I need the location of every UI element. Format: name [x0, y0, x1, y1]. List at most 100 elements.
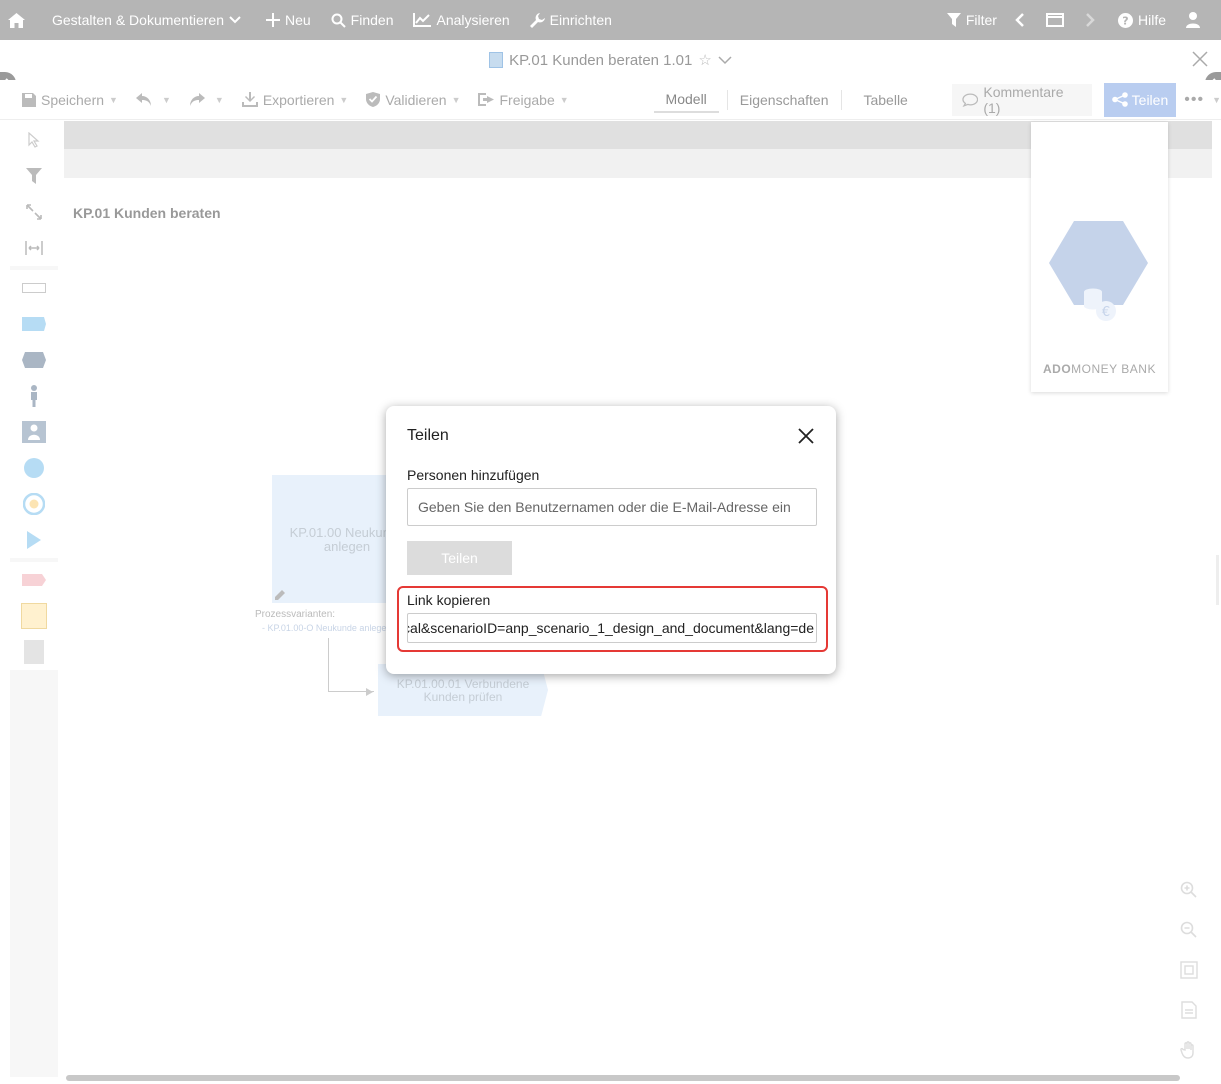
help-button[interactable]: ? Hilfe [1108, 0, 1176, 40]
find-menu[interactable]: Finden [321, 0, 404, 40]
bank-logo-card: € ADOMONEY BANK [1031, 122, 1168, 392]
favorite-star-icon[interactable]: ☆ [698, 51, 711, 69]
zoom-out-icon [1180, 921, 1197, 938]
tag-shape[interactable] [10, 562, 58, 598]
release-label: Freigabe [499, 91, 555, 108]
subprocess-icon [22, 352, 46, 368]
new-label: Neu [284, 12, 311, 28]
add-people-input[interactable] [407, 488, 817, 526]
window-button[interactable] [1038, 0, 1077, 40]
share-submit-button[interactable]: Teilen [407, 541, 512, 575]
model-toolbar: Speichern ▼ ▼ ▼ Exportieren ▼ Validieren… [0, 80, 1221, 120]
plus-icon [265, 13, 280, 27]
end-event-shape[interactable] [10, 522, 58, 558]
zoom-in-button[interactable] [1179, 880, 1199, 900]
validate-button[interactable]: Validieren ▼ [357, 80, 469, 120]
design-document-label: Gestalten & Dokumentieren [52, 12, 224, 28]
analyze-label: Analysieren [436, 12, 510, 28]
horizontal-scrollbar[interactable] [66, 1075, 1180, 1081]
event-shape[interactable] [10, 450, 58, 486]
export-label: Exportieren [262, 91, 335, 108]
pool-icon [22, 283, 46, 293]
tab-table[interactable]: Tabelle [841, 87, 929, 113]
chevron-right-icon [1086, 13, 1095, 27]
shield-check-icon [366, 92, 381, 107]
user-icon [1186, 12, 1200, 28]
svg-text:€: € [1102, 305, 1110, 320]
share-toolbar-button[interactable]: Teilen [1103, 82, 1177, 117]
filter-label: Filter [965, 12, 997, 28]
print-area-button[interactable] [1179, 1000, 1199, 1020]
pan-button[interactable] [1179, 1040, 1199, 1060]
model-name: KP.01 Kunden beraten 1.01 [509, 51, 693, 69]
new-menu[interactable]: Neu [256, 0, 321, 40]
back-button[interactable] [1007, 0, 1038, 40]
bank-hexagon-logo-icon: € [1049, 221, 1148, 321]
release-icon [478, 93, 495, 106]
fit-to-page-button[interactable] [1179, 960, 1199, 980]
tab-properties[interactable]: Eigenschaften [728, 87, 841, 113]
setup-menu[interactable]: Einrichten [520, 0, 622, 40]
redo-icon [189, 92, 205, 106]
more-options-icon[interactable]: ••• [1184, 91, 1204, 109]
share-toolbar-label: Teilen [1131, 91, 1169, 108]
design-document-menu[interactable]: Gestalten & Dokumentieren [40, 0, 256, 40]
palette-tools-group [10, 122, 58, 266]
pencil-icon[interactable] [275, 590, 285, 600]
close-icon[interactable] [798, 428, 814, 444]
right-panel-grip[interactable] [1216, 555, 1219, 605]
filter-button[interactable]: Filter [937, 0, 1007, 40]
fit-page-icon [1180, 961, 1198, 979]
undo-icon [135, 92, 151, 106]
note-shape[interactable] [10, 598, 58, 634]
actor-shape[interactable] [10, 378, 58, 414]
resize-arrows-icon [26, 204, 42, 220]
undo-button[interactable]: ▼ [127, 80, 180, 120]
circle-event-icon [24, 458, 44, 478]
forward-button[interactable] [1077, 0, 1108, 40]
release-button[interactable]: Freigabe ▼ [469, 80, 577, 120]
home-button[interactable] [0, 0, 40, 40]
close-model-icon[interactable] [1191, 50, 1209, 68]
intermediate-event-shape[interactable] [10, 486, 58, 522]
filter-icon [946, 13, 961, 27]
model-titlebar: KP.01 Kunden beraten 1.01 ☆ [0, 40, 1221, 80]
export-button[interactable]: Exportieren ▼ [233, 80, 358, 120]
subprocess-shape[interactable] [10, 342, 58, 378]
tab-model[interactable]: Modell [653, 87, 719, 113]
spacing-tool[interactable] [10, 230, 58, 266]
comments-button[interactable]: Kommentare (1) [951, 83, 1092, 116]
connector-arrowhead [366, 688, 373, 696]
chevron-left-icon [1015, 13, 1024, 27]
zoom-out-button[interactable] [1179, 920, 1199, 940]
canvas-model-title: KP.01 Kunden beraten [73, 205, 221, 221]
grey-area-icon [24, 640, 44, 664]
analyze-menu[interactable]: Analysieren [403, 0, 519, 40]
home-icon [8, 12, 25, 28]
group-shape[interactable] [10, 414, 58, 450]
pointer-tool[interactable] [10, 122, 58, 158]
process-variant-item[interactable]: - KP.01.00-O Neukunde anlegen [262, 623, 391, 633]
model-menu-chevron-icon[interactable] [718, 55, 732, 65]
zoom-toolbar [1179, 880, 1199, 1080]
bank-logo-text: ADOMONEY BANK [1031, 362, 1168, 376]
pointer-icon [28, 132, 40, 148]
area-shape[interactable] [10, 634, 58, 670]
chevron-down-icon: ▼ [559, 94, 569, 105]
copy-link-field[interactable]: phical&scenarioID=anp_scenario_1_design_… [407, 613, 817, 643]
save-label: Speichern [41, 91, 105, 108]
process-shape[interactable] [10, 306, 58, 342]
chevron-down-icon[interactable]: ▼ [1212, 95, 1221, 105]
redo-button[interactable]: ▼ [180, 80, 233, 120]
process-arrow-icon [22, 317, 46, 331]
process-variants-label: Prozessvarianten: [255, 609, 336, 620]
document-icon [1181, 1001, 1197, 1019]
resize-tool[interactable] [10, 194, 58, 230]
pool-shape[interactable] [10, 270, 58, 306]
help-icon: ? [1117, 12, 1133, 28]
filter-tool[interactable] [10, 158, 58, 194]
play-triangle-icon [27, 531, 41, 549]
user-button[interactable] [1176, 0, 1221, 40]
copy-link-value: phical&scenarioID=anp_scenario_1_design_… [407, 620, 814, 636]
save-button[interactable]: Speichern ▼ [0, 80, 127, 120]
